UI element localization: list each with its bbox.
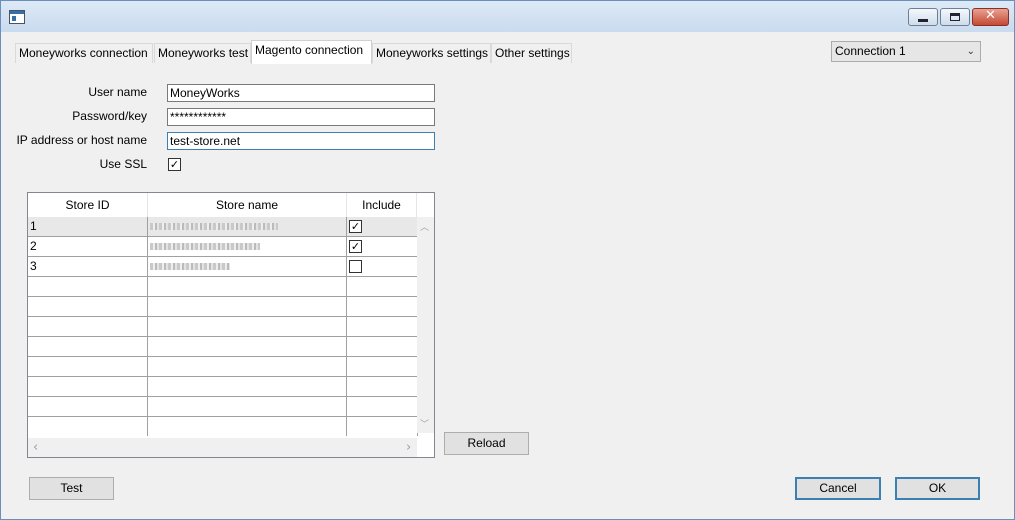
redacted-store-name <box>150 223 278 230</box>
include-checkbox[interactable] <box>349 260 362 273</box>
minimize-icon <box>918 19 928 22</box>
include-cell: ✓ <box>347 217 418 236</box>
vertical-scrollbar[interactable]: ︿ ﹀ <box>417 217 434 433</box>
include-cell <box>347 257 418 276</box>
include-checkbox[interactable]: ✓ <box>349 240 362 253</box>
tab-moneyworks-connection[interactable]: Moneyworks connection <box>15 43 153 63</box>
use-ssl-checkbox[interactable]: ✓ <box>168 158 181 171</box>
empty-row <box>28 357 418 377</box>
scroll-right-icon[interactable]: › <box>406 440 411 455</box>
table-row[interactable]: 2 ✓ <box>28 237 418 257</box>
minimize-button[interactable] <box>908 8 938 26</box>
password-input[interactable]: ************ <box>167 108 435 126</box>
store-id-cell: 1 <box>28 217 148 236</box>
maximize-button[interactable] <box>940 8 970 26</box>
include-cell: ✓ <box>347 237 418 256</box>
redacted-store-name <box>150 263 230 270</box>
store-id-cell: 2 <box>28 237 148 256</box>
store-name-cell <box>148 217 347 236</box>
empty-row <box>28 377 418 397</box>
connection-select[interactable]: Connection 1 ⌄ <box>831 41 981 62</box>
column-header-include[interactable]: Include <box>347 193 417 217</box>
column-header-store-id[interactable]: Store ID <box>28 193 148 217</box>
app-window-icon <box>9 10 25 24</box>
empty-row <box>28 277 418 297</box>
store-table[interactable]: Store ID Store name Include 1 ✓ 2 ✓ 3 ︿ … <box>27 192 435 458</box>
ok-button[interactable]: OK <box>895 477 980 500</box>
store-name-cell <box>148 237 347 256</box>
store-id-cell: 3 <box>28 257 148 276</box>
password-label: Password/key <box>72 109 147 123</box>
connection-select-value: Connection 1 <box>835 44 906 58</box>
cancel-button[interactable]: Cancel <box>795 477 881 500</box>
tab-moneyworks-test[interactable]: Moneyworks test <box>154 43 251 63</box>
column-header-store-name[interactable]: Store name <box>148 193 347 217</box>
redacted-store-name <box>150 243 260 250</box>
reload-button[interactable]: Reload <box>444 432 529 455</box>
title-bar: ✕ <box>1 1 1014 32</box>
test-button[interactable]: Test <box>29 477 114 500</box>
use-ssl-label: Use SSL <box>99 157 147 171</box>
scroll-up-icon[interactable]: ︿ <box>420 220 429 233</box>
user-name-label: User name <box>88 85 147 99</box>
host-label: IP address or host name <box>16 133 147 147</box>
table-row[interactable]: 1 ✓ <box>28 217 418 237</box>
check-icon: ✓ <box>350 220 361 233</box>
maximize-icon <box>950 13 960 21</box>
empty-row <box>28 417 418 437</box>
empty-row <box>28 297 418 317</box>
dialog-window: ✕ Moneyworks connection Moneyworks test … <box>0 0 1015 520</box>
tab-moneyworks-settings[interactable]: Moneyworks settings <box>372 43 491 63</box>
close-icon: ✕ <box>985 8 996 23</box>
scroll-down-icon[interactable]: ﹀ <box>420 417 429 430</box>
close-button[interactable]: ✕ <box>972 8 1009 26</box>
empty-row <box>28 337 418 357</box>
empty-row <box>28 317 418 337</box>
table-row[interactable]: 3 <box>28 257 418 277</box>
check-icon: ✓ <box>350 240 361 253</box>
empty-row <box>28 397 418 417</box>
user-name-input[interactable]: MoneyWorks <box>167 84 435 102</box>
chevron-down-icon: ⌄ <box>966 46 975 57</box>
store-name-cell <box>148 257 347 276</box>
tab-magento-connection[interactable]: Magento connection <box>251 40 372 64</box>
host-input[interactable]: test-store.net <box>167 132 435 150</box>
check-icon: ✓ <box>169 158 180 171</box>
scroll-left-icon[interactable]: ‹ <box>33 440 38 455</box>
horizontal-scrollbar[interactable]: ‹ › <box>28 438 417 457</box>
tab-other-settings[interactable]: Other settings <box>491 43 572 63</box>
include-checkbox[interactable]: ✓ <box>349 220 362 233</box>
